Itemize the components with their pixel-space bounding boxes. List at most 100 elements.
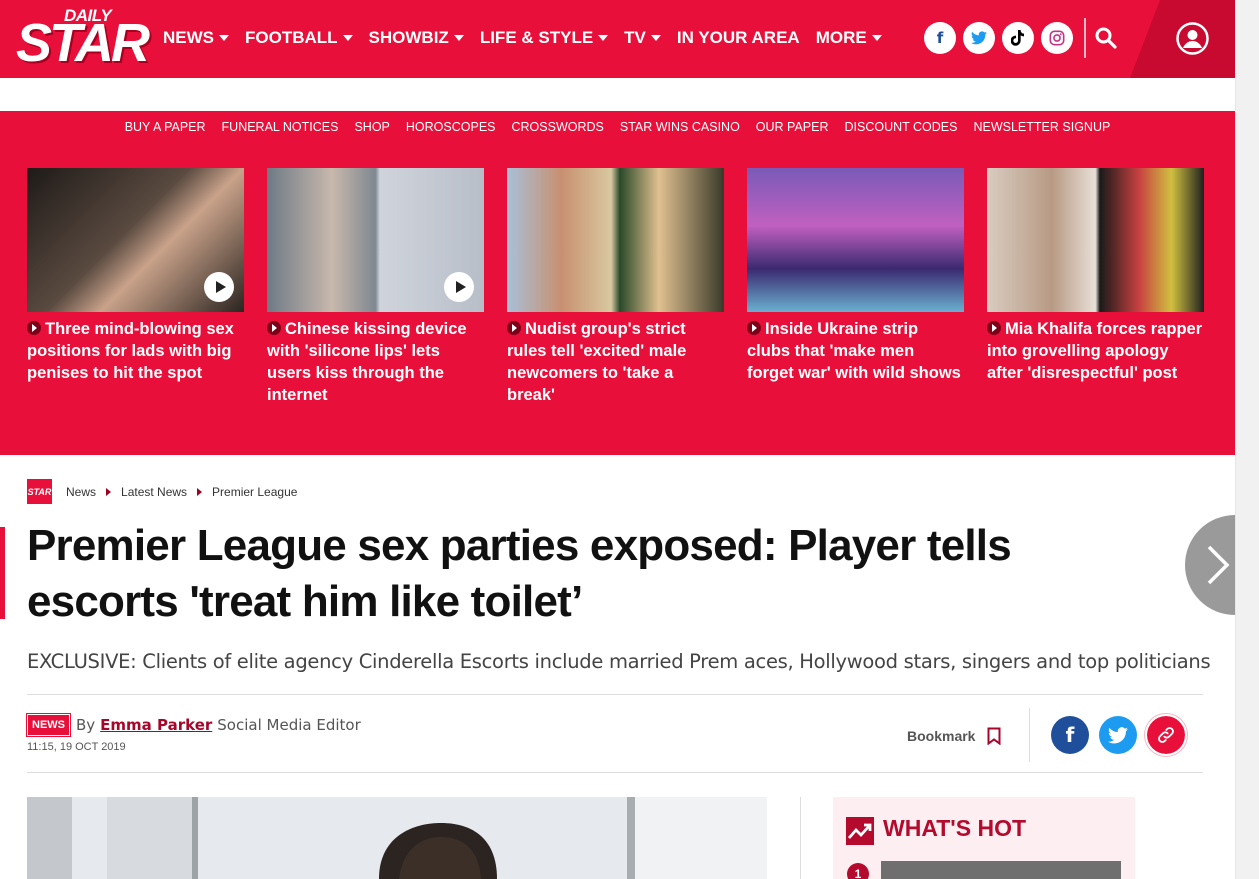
chevron-down-icon bbox=[598, 35, 609, 41]
bookmark-button[interactable]: Bookmark bbox=[907, 727, 1001, 745]
chevron-right-icon bbox=[106, 487, 112, 496]
headline-accent-bar bbox=[0, 527, 5, 619]
trending-stories: Three mind-blowing sex positions for lad… bbox=[0, 143, 1235, 455]
subnav-horoscopes[interactable]: HOROSCOPES bbox=[406, 120, 496, 134]
story-headline: Chinese kissing device with 'silicone li… bbox=[267, 320, 467, 404]
link-icon[interactable] bbox=[1145, 714, 1187, 756]
article-standfirst: EXCLUSIVE: Clients of elite agency Cinde… bbox=[27, 650, 1211, 673]
trending-card[interactable]: Mia Khalifa forces rapper into grovellin… bbox=[987, 168, 1204, 384]
nav-label: TV bbox=[624, 28, 646, 47]
subnav-crosswords[interactable]: CROSSWORDS bbox=[512, 120, 604, 134]
whats-hot-title: WHAT'S HOT bbox=[883, 815, 1027, 841]
user-account-icon[interactable] bbox=[1176, 22, 1209, 55]
bookmark-icon bbox=[987, 727, 1001, 745]
nav-item-life-style[interactable]: LIFE & STYLE bbox=[479, 28, 609, 48]
story-thumbnail bbox=[747, 168, 964, 312]
nav-item-tv[interactable]: TV bbox=[624, 28, 661, 48]
header-divider bbox=[1084, 18, 1086, 58]
category-badge[interactable]: NEWS bbox=[26, 713, 71, 737]
star-mini-logo[interactable]: STAR bbox=[27, 479, 52, 504]
by-label: By bbox=[76, 716, 96, 734]
trending-card[interactable]: Three mind-blowing sex positions for lad… bbox=[27, 168, 244, 384]
nav-label: NEWS bbox=[163, 28, 214, 47]
page: DAILY STAR NEWS FOOTBALL SHOWBIZ LIFE & … bbox=[0, 0, 1259, 879]
twitter-icon[interactable] bbox=[963, 22, 995, 54]
story-headline: Inside Ukraine strip clubs that 'make me… bbox=[747, 320, 961, 382]
subnav-shop[interactable]: SHOP bbox=[354, 120, 389, 134]
social-links: f bbox=[924, 22, 1073, 54]
nav-label: LIFE & STYLE bbox=[479, 28, 594, 47]
subnav-buy-a-paper[interactable]: BUY A PAPER bbox=[125, 120, 206, 134]
nav-label: SHOWBIZ bbox=[368, 28, 449, 47]
divider bbox=[27, 694, 1203, 695]
chevron-right-icon bbox=[197, 487, 203, 496]
story-headline: Three mind-blowing sex positions for lad… bbox=[27, 320, 234, 382]
chevron-down-icon bbox=[871, 35, 882, 41]
article-headline: Premier League sex parties exposed: Play… bbox=[27, 521, 1012, 626]
chevron-down-icon bbox=[219, 35, 229, 41]
nav-item-more[interactable]: MORE bbox=[816, 28, 882, 48]
trending-card[interactable]: Nudist group's strict rules tell 'excite… bbox=[507, 168, 724, 406]
instagram-icon[interactable] bbox=[1041, 22, 1073, 54]
twitter-icon[interactable] bbox=[1099, 716, 1137, 754]
hot-story-thumbnail[interactable] bbox=[881, 861, 1121, 879]
search-icon[interactable] bbox=[1094, 26, 1118, 50]
column-divider bbox=[800, 797, 801, 879]
play-icon bbox=[204, 272, 234, 302]
facebook-icon[interactable]: f bbox=[1051, 716, 1089, 754]
facebook-icon[interactable]: f bbox=[924, 22, 956, 54]
nav-label: IN YOUR AREA bbox=[676, 28, 800, 47]
nav-item-showbiz[interactable]: SHOWBIZ bbox=[369, 28, 464, 48]
story-headline: Mia Khalifa forces rapper into grovellin… bbox=[987, 320, 1203, 382]
breadcrumb-premier-league[interactable]: Premier League bbox=[212, 485, 297, 499]
arrow-bullet-icon bbox=[507, 321, 521, 335]
bookmark-label: Bookmark bbox=[907, 728, 976, 744]
breadcrumb-news[interactable]: News bbox=[66, 485, 96, 499]
trending-card[interactable]: Chinese kissing device with 'silicone li… bbox=[267, 168, 484, 406]
subnav-our-paper[interactable]: OUR PAPER bbox=[756, 120, 829, 134]
divider bbox=[27, 772, 1203, 773]
trending-up-icon bbox=[846, 817, 874, 845]
article-hero-image[interactable] bbox=[27, 797, 767, 879]
arrow-bullet-icon bbox=[747, 321, 761, 335]
arrow-bullet-icon bbox=[27, 321, 41, 335]
nav-item-news[interactable]: NEWS bbox=[163, 28, 229, 48]
nav-label: FOOTBALL bbox=[245, 28, 338, 47]
header-spacer bbox=[0, 78, 1235, 111]
site-header: DAILY STAR NEWS FOOTBALL SHOWBIZ LIFE & … bbox=[0, 0, 1235, 78]
story-headline: Nudist group's strict rules tell 'excite… bbox=[507, 320, 687, 404]
scrollbar[interactable] bbox=[1235, 0, 1259, 879]
article-byline: NEWS By Emma Parker Social Media Editor bbox=[26, 713, 361, 737]
nav-item-in-your-area[interactable]: IN YOUR AREA bbox=[677, 28, 800, 48]
breadcrumb: STAR News Latest News Premier League bbox=[27, 479, 297, 504]
subnav-funeral-notices[interactable]: FUNERAL NOTICES bbox=[222, 120, 339, 134]
nav-item-football[interactable]: FOOTBALL bbox=[245, 28, 353, 48]
arrow-bullet-icon bbox=[987, 321, 1001, 335]
chevron-down-icon bbox=[650, 35, 661, 41]
trending-card[interactable]: Inside Ukraine strip clubs that 'make me… bbox=[747, 168, 964, 384]
daily-star-logo[interactable]: DAILY STAR bbox=[16, 4, 150, 74]
subnav-discount-codes[interactable]: DISCOUNT CODES bbox=[845, 120, 958, 134]
nav-label: MORE bbox=[815, 28, 867, 47]
rank-number: 1 bbox=[847, 863, 869, 879]
whats-hot-panel: WHAT'S HOT 1 bbox=[833, 797, 1135, 879]
hero-image-art bbox=[27, 797, 767, 879]
chevron-down-icon bbox=[342, 35, 353, 41]
secondary-nav: BUY A PAPER FUNERAL NOTICES SHOP HOROSCO… bbox=[0, 111, 1235, 143]
article-timestamp: 11:15, 19 OCT 2019 bbox=[27, 741, 126, 753]
arrow-bullet-icon bbox=[267, 321, 281, 335]
subnav-newsletter-signup[interactable]: NEWSLETTER SIGNUP bbox=[973, 120, 1110, 134]
subnav-star-wins-casino[interactable]: STAR WINS CASINO bbox=[620, 120, 740, 134]
main-nav: NEWS FOOTBALL SHOWBIZ LIFE & STYLE TV IN… bbox=[163, 28, 898, 48]
story-thumbnail bbox=[987, 168, 1204, 312]
breadcrumb-latest-news[interactable]: Latest News bbox=[121, 485, 187, 499]
tiktok-icon[interactable] bbox=[1002, 22, 1034, 54]
logo-star-text: STAR bbox=[16, 13, 150, 73]
story-thumbnail bbox=[27, 168, 244, 312]
chevron-down-icon bbox=[453, 35, 464, 41]
share-divider bbox=[1029, 708, 1030, 762]
author-link[interactable]: Emma Parker bbox=[100, 716, 212, 734]
author-role: Social Media Editor bbox=[217, 716, 361, 734]
story-thumbnail bbox=[507, 168, 724, 312]
story-thumbnail bbox=[267, 168, 484, 312]
